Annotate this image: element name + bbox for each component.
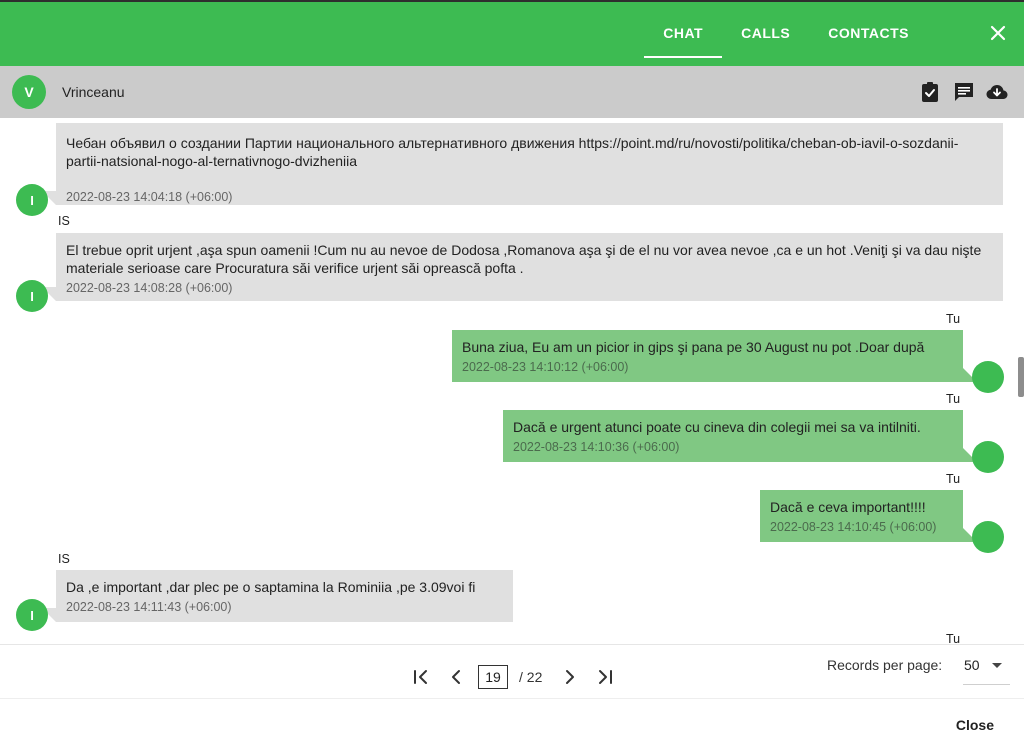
tab-contacts[interactable]: CONTACTS xyxy=(809,0,928,66)
close-button[interactable]: Close xyxy=(956,717,994,733)
page-total: / 22 xyxy=(519,669,543,685)
message-text: Buna ziua, Eu am un picior in gips şi pa… xyxy=(462,339,925,355)
chat-area[interactable]: Чебан объявил о создании Партии национал… xyxy=(0,118,1024,644)
sender-name: Tu xyxy=(946,472,961,486)
close-icon[interactable] xyxy=(986,21,1010,45)
sender-avatar xyxy=(972,441,1004,473)
contact-name: Vrinceanu xyxy=(62,84,125,100)
pagination: / 22 Records per page: 50 xyxy=(0,644,1024,698)
clipboard-check-icon[interactable] xyxy=(918,80,942,104)
message-bubble: El trebue oprit urjent ,aşa spun oamenii… xyxy=(42,233,1003,301)
sender-avatar xyxy=(972,521,1004,553)
message-time: 2022-08-23 14:10:45 (+06:00) xyxy=(770,520,937,534)
top-bar: CHAT CALLS CONTACTS xyxy=(0,0,1024,66)
sender-name: Tu xyxy=(946,632,961,644)
last-page-icon[interactable] xyxy=(593,665,617,689)
contact-bar: V Vrinceanu xyxy=(0,66,1024,118)
message-bubble: Dacă e ceva important!!!! 2022-08-23 14:… xyxy=(760,490,977,542)
records-per-page-select[interactable]: 50 xyxy=(963,655,1010,685)
tab-bar: CHAT CALLS CONTACTS xyxy=(644,0,928,66)
records-per-page-value: 50 xyxy=(964,657,980,673)
sender-name: Tu xyxy=(946,392,961,406)
sender-name: IS xyxy=(58,552,70,566)
tab-chat[interactable]: CHAT xyxy=(644,0,722,66)
message-time: 2022-08-23 14:08:28 (+06:00) xyxy=(66,281,233,295)
chevron-down-icon xyxy=(992,663,1002,668)
message-bubble: Dacă e urgent atunci poate cu cineva din… xyxy=(503,410,977,462)
message-bubble: Da ,e important ,dar plec pe o saptamina… xyxy=(42,570,513,622)
scrollbar-thumb[interactable] xyxy=(1018,357,1024,397)
cloud-download-icon[interactable] xyxy=(985,80,1009,104)
message-time: 2022-08-23 14:11:43 (+06:00) xyxy=(66,600,232,614)
tab-calls[interactable]: CALLS xyxy=(722,0,809,66)
message-bubble: Чебан объявил о создании Партии национал… xyxy=(42,123,1003,205)
message-text: Dacă e ceva important!!!! xyxy=(770,499,926,515)
message-time: 2022-08-23 14:10:12 (+06:00) xyxy=(462,360,629,374)
message-text: El trebue oprit urjent ,aşa spun oamenii… xyxy=(66,242,982,276)
sender-name: Tu xyxy=(946,312,961,326)
previous-page-icon[interactable] xyxy=(444,665,468,689)
message-text: Dacă e urgent atunci poate cu cineva din… xyxy=(513,419,921,435)
message-bubble: Buna ziua, Eu am un picior in gips şi pa… xyxy=(452,330,977,382)
message-time: 2022-08-23 14:10:36 (+06:00) xyxy=(513,440,680,454)
records-per-page-label: Records per page: xyxy=(827,657,943,673)
dialog-footer: Close xyxy=(0,698,1024,747)
message-icon[interactable] xyxy=(952,80,976,104)
first-page-icon[interactable] xyxy=(409,665,433,689)
message-text: Da ,e important ,dar plec pe o saptamina… xyxy=(66,579,476,595)
sender-avatar: I xyxy=(16,280,48,312)
message-text: Чебан объявил о создании Партии национал… xyxy=(66,135,959,169)
message-time: 2022-08-23 14:04:18 (+06:00) xyxy=(66,190,233,204)
sender-avatar: I xyxy=(16,599,48,631)
next-page-icon[interactable] xyxy=(558,665,582,689)
sender-avatar: I xyxy=(16,184,48,216)
sender-avatar xyxy=(972,361,1004,393)
page-number-input[interactable] xyxy=(478,665,508,689)
contact-avatar: V xyxy=(12,75,46,109)
sender-name: IS xyxy=(58,214,70,228)
